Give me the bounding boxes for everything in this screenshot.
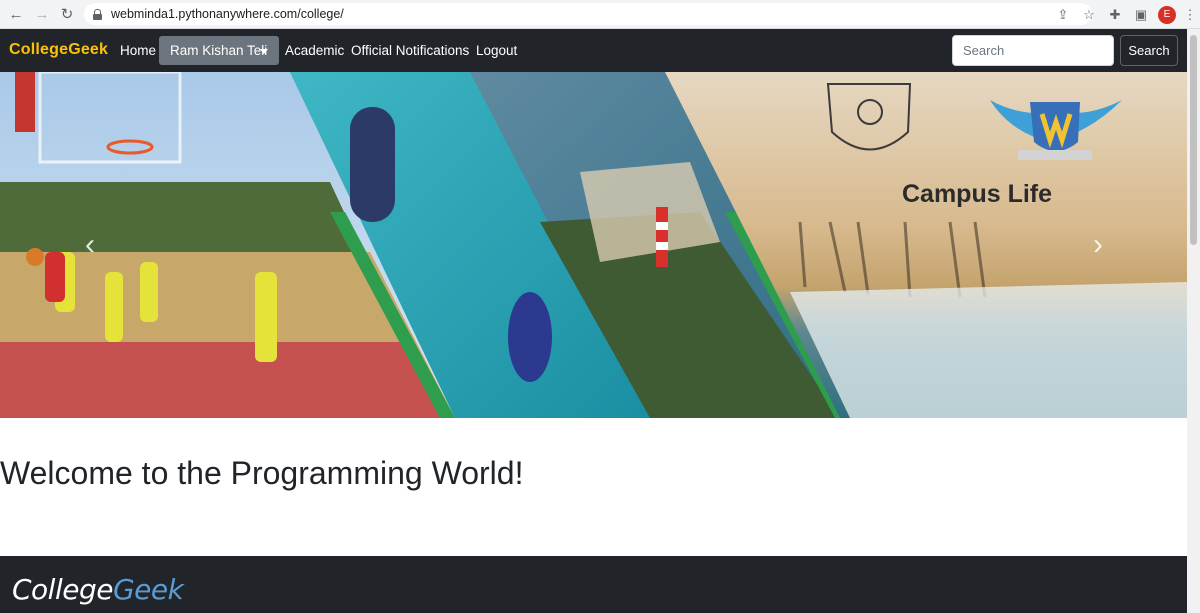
search-input[interactable] <box>952 35 1114 66</box>
campus-collage-image <box>0 72 1187 418</box>
site-navbar: CollegeGeek Home Ram Kishan Teli Academi… <box>0 29 1187 72</box>
share-icon[interactable]: ⇪ <box>1050 5 1076 25</box>
carousel-next-icon[interactable]: › <box>1083 228 1113 262</box>
nav-official-notifications[interactable]: Official Notifications <box>351 43 469 58</box>
brand-logo[interactable]: CollegeGeek <box>9 41 108 59</box>
toolbar-actions: ⇪ ☆ ✚ ▣ E ⋮ <box>1050 0 1200 29</box>
nav-home[interactable]: Home <box>120 43 156 58</box>
forward-icon[interactable]: → <box>32 4 52 24</box>
profile-avatar[interactable]: E <box>1158 5 1176 24</box>
carousel-caption: Campus Life <box>901 180 1053 208</box>
back-icon[interactable]: ← <box>6 4 26 24</box>
footer-brand-logo[interactable]: CollegeGeek <box>12 573 184 606</box>
user-name-label: Ram Kishan Teli <box>170 43 268 58</box>
extensions-icon[interactable]: ✚ <box>1102 5 1128 25</box>
scrollbar-thumb[interactable] <box>1190 35 1197 245</box>
side-panel-icon[interactable]: ▣ <box>1128 5 1154 25</box>
bookmark-star-icon[interactable]: ☆ <box>1076 5 1102 25</box>
footer-brand-college: College <box>12 573 113 606</box>
url-text: webminda1.pythonanywhere.com/college/ <box>111 7 344 21</box>
search-button[interactable]: Search <box>1120 35 1178 66</box>
nav-logout[interactable]: Logout <box>476 43 517 58</box>
welcome-heading: Welcome to the Programming World! <box>0 455 524 491</box>
footer-brand-geek: Geek <box>112 573 184 606</box>
site-footer: CollegeGeek <box>0 556 1187 613</box>
browser-toolbar: ← → ↻ webminda1.pythonanywhere.com/colle… <box>0 0 1200 29</box>
carousel-prev-icon[interactable]: ‹ <box>75 228 105 262</box>
lock-icon[interactable] <box>93 8 102 20</box>
nav-academic[interactable]: Academic <box>285 43 344 58</box>
nav-user-dropdown[interactable]: Ram Kishan Teli <box>159 36 279 65</box>
caret-down-icon <box>260 49 268 54</box>
hero-carousel: Campus Life ‹ › <box>0 72 1187 418</box>
address-bar[interactable]: webminda1.pythonanywhere.com/college/ <box>84 3 1092 25</box>
browser-menu-icon[interactable]: ⋮ <box>1180 5 1200 25</box>
page-scrollbar[interactable] <box>1187 29 1200 613</box>
reload-icon[interactable]: ↻ <box>57 4 77 24</box>
